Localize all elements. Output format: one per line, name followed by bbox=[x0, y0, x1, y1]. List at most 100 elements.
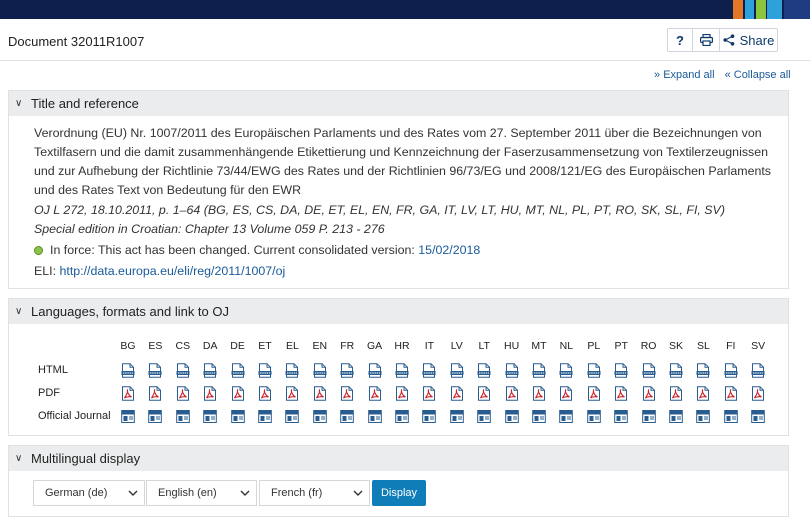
pdf-file-icon[interactable] bbox=[505, 386, 519, 401]
official-journal-icon[interactable] bbox=[696, 409, 711, 424]
official-journal-icon[interactable] bbox=[532, 409, 546, 424]
html-file-icon[interactable] bbox=[450, 363, 464, 378]
pdf-file-icon[interactable] bbox=[587, 386, 601, 401]
pdf-file-icon[interactable] bbox=[559, 386, 573, 401]
html-file-icon[interactable] bbox=[258, 363, 272, 378]
html-file-icon[interactable] bbox=[368, 363, 382, 378]
banner-stripe bbox=[745, 0, 754, 19]
language-code-cs: CS bbox=[175, 340, 191, 352]
official-journal-icon[interactable] bbox=[751, 409, 765, 424]
languages-formats-panel: ∨ Languages, formats and link to OJ HTML… bbox=[8, 298, 789, 436]
html-file-icon[interactable] bbox=[121, 363, 135, 378]
official-journal-icon[interactable] bbox=[586, 409, 601, 424]
share-button[interactable]: Share bbox=[720, 29, 777, 51]
pdf-file-icon[interactable] bbox=[724, 386, 738, 401]
pdf-file-icon[interactable] bbox=[121, 386, 135, 401]
official-journal-icon[interactable] bbox=[121, 409, 135, 424]
pdf-file-icon[interactable] bbox=[477, 386, 491, 401]
official-journal-icon[interactable] bbox=[504, 409, 519, 424]
pdf-file-icon[interactable] bbox=[203, 386, 217, 401]
html-file-icon[interactable] bbox=[751, 363, 765, 378]
consolidated-version-link[interactable]: 15/02/2018 bbox=[418, 241, 480, 260]
help-button[interactable]: ? bbox=[668, 29, 693, 51]
pdf-file-icon[interactable] bbox=[340, 386, 354, 401]
html-file-icon[interactable] bbox=[559, 363, 573, 378]
official-journal-icon[interactable] bbox=[641, 409, 656, 424]
html-file-icon[interactable] bbox=[313, 363, 327, 378]
pdf-file-icon[interactable] bbox=[751, 386, 765, 401]
html-file-icon[interactable] bbox=[340, 363, 354, 378]
pdf-file-icon[interactable] bbox=[395, 386, 409, 401]
official-journal-icon[interactable] bbox=[203, 409, 217, 424]
pdf-file-icon[interactable] bbox=[313, 386, 327, 401]
language-code-et: ET bbox=[258, 340, 272, 352]
pdf-file-icon[interactable] bbox=[368, 386, 382, 401]
pdf-file-icon[interactable] bbox=[258, 386, 272, 401]
panel-heading: Multilingual display bbox=[31, 451, 141, 466]
official-journal-icon[interactable] bbox=[449, 409, 464, 424]
html-file-icon[interactable] bbox=[148, 363, 162, 378]
html-file-icon[interactable] bbox=[642, 363, 656, 378]
html-file-icon[interactable] bbox=[696, 363, 710, 378]
pdf-file-icon[interactable] bbox=[422, 386, 436, 401]
pdf-file-icon[interactable] bbox=[148, 386, 162, 401]
html-file-icon[interactable] bbox=[477, 363, 491, 378]
display-button[interactable]: Display bbox=[372, 480, 426, 506]
official-journal-icon[interactable] bbox=[258, 409, 272, 424]
official-journal-icon[interactable] bbox=[312, 409, 327, 424]
select-value: French (fr) bbox=[271, 487, 323, 499]
official-journal-icon[interactable] bbox=[477, 409, 491, 424]
pdf-file-icon[interactable] bbox=[532, 386, 546, 401]
expand-all-link[interactable]: » Expand all bbox=[654, 69, 715, 81]
language-code-bg: BG bbox=[120, 340, 136, 352]
official-journal-icon[interactable] bbox=[367, 409, 382, 424]
pdf-file-icon[interactable] bbox=[231, 386, 245, 401]
language-select-1[interactable]: German (de) bbox=[33, 480, 145, 506]
multilingual-display-header[interactable]: ∨ Multilingual display bbox=[9, 446, 788, 471]
official-journal-icon[interactable] bbox=[340, 409, 354, 424]
official-journal-icon[interactable] bbox=[285, 409, 300, 424]
html-file-icon[interactable] bbox=[724, 363, 738, 378]
html-file-icon[interactable] bbox=[285, 363, 299, 378]
official-journal-icon[interactable] bbox=[614, 409, 628, 424]
official-journal-icon[interactable] bbox=[422, 409, 437, 424]
pdf-file-icon[interactable] bbox=[696, 386, 710, 401]
official-journal-icon[interactable] bbox=[395, 409, 409, 424]
official-journal-icon[interactable] bbox=[148, 409, 163, 424]
official-journal-icon[interactable] bbox=[559, 409, 574, 424]
pdf-file-icon[interactable] bbox=[285, 386, 299, 401]
pdf-file-icon[interactable] bbox=[450, 386, 464, 401]
html-file-icon[interactable] bbox=[395, 363, 409, 378]
language-select-3[interactable]: French (fr) bbox=[259, 480, 370, 506]
official-journal-icon[interactable] bbox=[669, 409, 683, 424]
select-value: German (de) bbox=[45, 487, 108, 499]
pdf-file-icon[interactable] bbox=[176, 386, 190, 401]
language-select-2[interactable]: English (en) bbox=[146, 480, 257, 506]
html-file-icon[interactable] bbox=[422, 363, 436, 378]
eli-link[interactable]: http://data.europa.eu/eli/reg/2011/1007/… bbox=[60, 264, 286, 278]
title-reference-header[interactable]: ∨ Title and reference bbox=[9, 91, 788, 116]
languages-formats-header[interactable]: ∨ Languages, formats and link to OJ bbox=[9, 299, 788, 324]
pdf-file-icon[interactable] bbox=[669, 386, 683, 401]
pdf-file-icon[interactable] bbox=[614, 386, 628, 401]
html-file-icon[interactable] bbox=[231, 363, 245, 378]
chevron-down-icon bbox=[240, 490, 250, 496]
html-file-icon[interactable] bbox=[532, 363, 546, 378]
print-button[interactable] bbox=[693, 29, 720, 51]
language-code-ga: GA bbox=[367, 340, 383, 352]
select-value: English (en) bbox=[158, 487, 217, 499]
official-journal-icon[interactable] bbox=[175, 409, 190, 424]
official-journal-icon[interactable] bbox=[230, 409, 245, 424]
html-file-icon[interactable] bbox=[203, 363, 217, 378]
html-file-icon[interactable] bbox=[176, 363, 190, 378]
html-file-icon[interactable] bbox=[505, 363, 519, 378]
pdf-file-icon[interactable] bbox=[642, 386, 656, 401]
html-file-icon[interactable] bbox=[587, 363, 601, 378]
language-code-lt: LT bbox=[478, 340, 490, 352]
html-file-icon[interactable] bbox=[614, 363, 628, 378]
official-journal-icon[interactable] bbox=[723, 409, 738, 424]
status-text: In force: This act has been changed. Cur… bbox=[50, 243, 415, 257]
html-file-icon[interactable] bbox=[669, 363, 683, 378]
collapse-all-link[interactable]: « Collapse all bbox=[725, 69, 791, 81]
document-header: Document 32011R1007 ? Share bbox=[0, 19, 810, 61]
